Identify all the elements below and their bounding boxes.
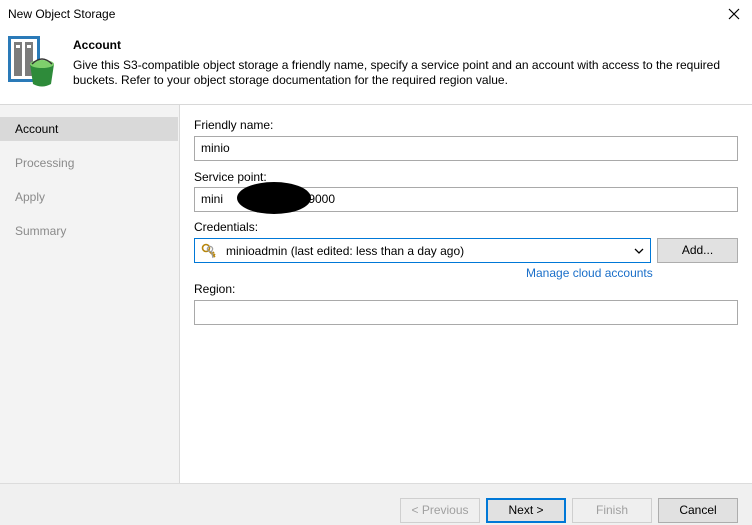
account-form: Friendly name: minio Service point: mini… bbox=[181, 105, 752, 483]
page-title: Account bbox=[73, 38, 121, 52]
title-bar: New Object Storage bbox=[0, 0, 752, 28]
object-storage-bucket-icon bbox=[6, 34, 58, 90]
key-icon bbox=[201, 243, 217, 259]
add-credentials-button[interactable]: Add... bbox=[657, 238, 738, 263]
wizard-header: Account Give this S3-compatible object s… bbox=[0, 28, 752, 104]
service-point-input[interactable]: mini :9000 bbox=[194, 182, 738, 214]
sidebar-item-account[interactable]: Account bbox=[0, 117, 178, 141]
wizard-steps-sidebar: Account Processing Apply Summary bbox=[0, 105, 180, 483]
cancel-button[interactable]: Cancel bbox=[658, 498, 738, 523]
finish-button[interactable]: Finish bbox=[572, 498, 652, 523]
chevron-down-icon[interactable] bbox=[634, 245, 644, 255]
close-icon bbox=[728, 8, 740, 20]
region-label: Region: bbox=[194, 282, 236, 296]
service-point-prefix: mini bbox=[201, 192, 224, 206]
close-button[interactable] bbox=[716, 0, 752, 28]
redaction-mark bbox=[237, 182, 311, 214]
credentials-selected-value: minioadmin (last edited: less than a day… bbox=[226, 244, 465, 258]
friendly-name-input[interactable]: minio bbox=[194, 136, 738, 161]
previous-button[interactable]: < Previous bbox=[400, 498, 480, 523]
service-point-label: Service point: bbox=[194, 170, 267, 184]
friendly-name-label: Friendly name: bbox=[194, 118, 274, 132]
next-button[interactable]: Next > bbox=[486, 498, 566, 523]
sidebar-item-apply[interactable]: Apply bbox=[0, 185, 178, 209]
manage-cloud-accounts-link[interactable]: Manage cloud accounts bbox=[526, 266, 653, 280]
region-input[interactable] bbox=[194, 300, 738, 325]
window-title: New Object Storage bbox=[8, 7, 116, 21]
wizard-footer: < Previous Next > Finish Cancel bbox=[0, 483, 752, 525]
page-description: Give this S3-compatible object storage a… bbox=[73, 58, 721, 87]
credentials-dropdown[interactable]: minioadmin (last edited: less than a day… bbox=[194, 238, 651, 263]
sidebar-item-summary[interactable]: Summary bbox=[0, 219, 178, 243]
sidebar-item-processing[interactable]: Processing bbox=[0, 151, 178, 175]
credentials-label: Credentials: bbox=[194, 220, 259, 234]
